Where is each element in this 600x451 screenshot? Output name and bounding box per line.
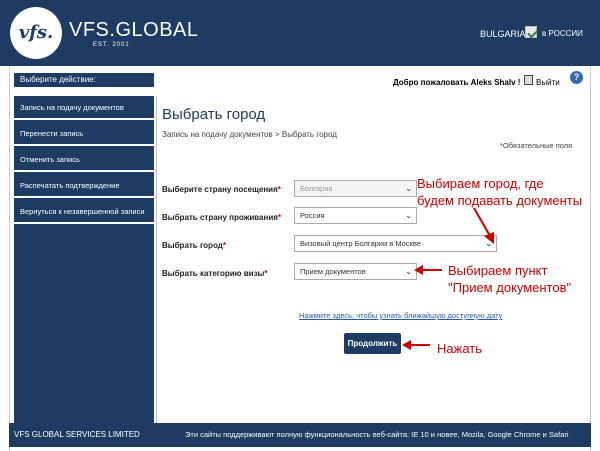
sidebar-item-print[interactable]: Распечатать подтверждение xyxy=(14,174,154,198)
sidebar-item-reschedule[interactable]: Перенести запись xyxy=(14,122,154,146)
sidebar-item-book[interactable]: Запись на подачу документов xyxy=(14,96,154,120)
annotation-visa-line2: "Прием документов" xyxy=(448,280,572,295)
chevron-down-icon: ⌄ xyxy=(405,211,412,220)
footer-company: VFS GLOBAL SERVICES LIMITED xyxy=(14,430,140,439)
flag-checkbox-icon xyxy=(525,26,537,38)
site-footer: VFS GLOBAL SERVICES LIMITED Эти сайты по… xyxy=(9,423,591,447)
visa-category-label: Выбрать категорию визы* xyxy=(162,269,268,278)
annotation-arrow-city xyxy=(473,207,494,244)
annotation-arrow-press xyxy=(402,340,430,350)
action-label: Выберите действие: xyxy=(14,73,154,87)
exit-icon[interactable] xyxy=(524,75,533,85)
chevron-down-icon: ⌄ xyxy=(405,267,412,276)
country-label: BULGARIA xyxy=(480,29,526,39)
footer-browsers-note: Эти сайты поддерживают полную функционал… xyxy=(185,430,569,439)
sidebar-item-resume[interactable]: Вернуться к незавершенной записи xyxy=(14,200,154,224)
visa-category-select[interactable]: Прием документов ⌄ xyxy=(294,263,417,280)
visit-country-label: Выберите страну посещения* xyxy=(162,185,281,194)
exit-link[interactable]: Выйти xyxy=(536,78,560,87)
required-note: *Обязательные поля xyxy=(500,141,573,150)
logo-text: VFS.GLOBAL xyxy=(69,19,199,41)
annotation-visa-line1: Выбираем пункт xyxy=(448,263,548,278)
logo-est: EST. 2001 xyxy=(93,42,130,48)
residence-country-label: Выбрать страну проживания* xyxy=(162,213,282,222)
sidebar-item-cancel[interactable]: Отменить запись xyxy=(14,148,154,172)
sidebar: Запись на подачу документов Перенести за… xyxy=(14,96,154,423)
country-link[interactable]: в РОССИИ xyxy=(542,29,583,38)
welcome-text: Добро пожаловать Aleks Shalv ! xyxy=(393,78,521,87)
page-title: Выбрать город xyxy=(162,106,266,123)
city-label: Выбрать город* xyxy=(162,241,226,250)
continue-button[interactable]: Продолжить xyxy=(344,333,401,354)
help-icon[interactable]: ? xyxy=(570,71,583,84)
visit-country-select[interactable]: Болгария ⌄ xyxy=(294,180,417,197)
residence-country-select[interactable]: Россия ⌄ xyxy=(294,207,417,224)
annotation-city-line1: Выбираем город, где xyxy=(417,176,544,191)
annotation-press: Нажать xyxy=(437,341,482,356)
city-select[interactable]: Визовый центр Болгарии в Москве ⌄ xyxy=(294,235,497,252)
nearest-date-link[interactable]: Нажмите здесь, чтобы узнать ближайшую до… xyxy=(299,311,502,320)
site-header: vfs. VFS.GLOBAL EST. 2001 BULGARIA в РОС… xyxy=(0,0,600,66)
sidebar-divider xyxy=(156,96,157,423)
page-content: Выберите действие: Добро пожаловать Alek… xyxy=(9,66,591,451)
vfs-logo-icon[interactable]: vfs. xyxy=(10,7,62,59)
breadcrumb: Запись на подачу документов > Выбрать го… xyxy=(162,130,337,139)
welcome-bar: Выберите действие: Добро пожаловать Alek… xyxy=(10,66,590,91)
annotation-arrow-visa xyxy=(414,265,442,275)
chevron-down-icon: ⌄ xyxy=(405,184,412,193)
